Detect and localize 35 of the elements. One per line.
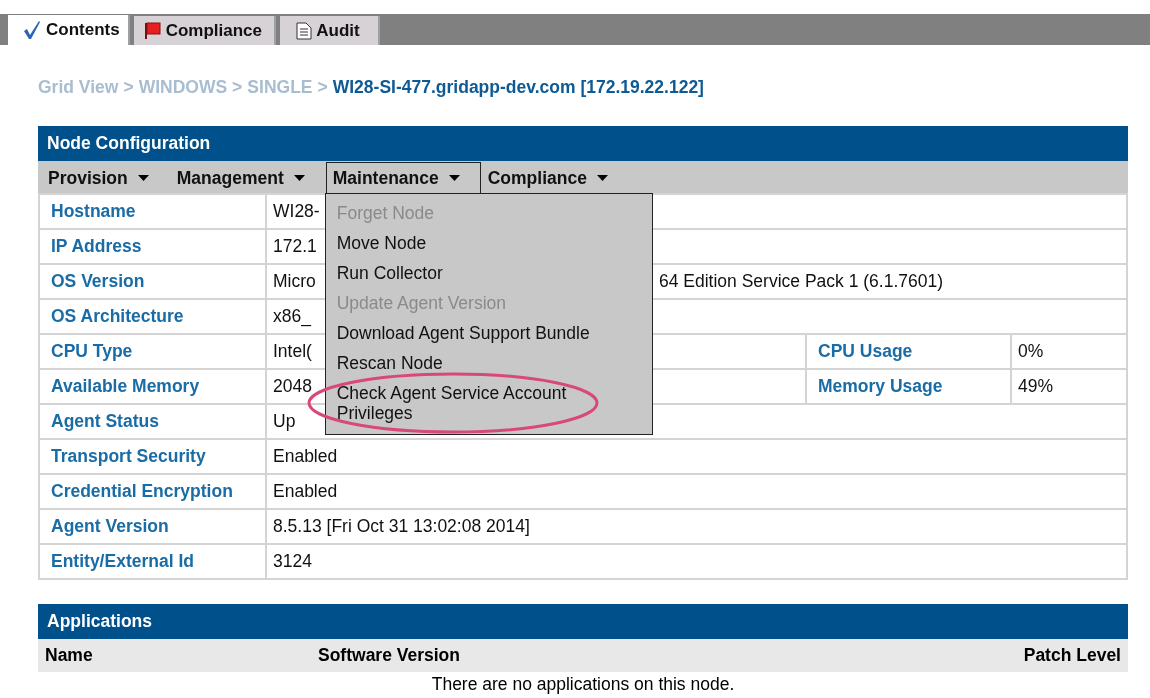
field-value: 49% [1011, 369, 1127, 404]
field-label: Transport Security [39, 439, 266, 474]
breadcrumb-current: WI28-SI-477.gridapp-dev.com [172.19.22.122] [332, 77, 704, 98]
column-header: Patch Level [1023, 645, 1121, 666]
field-value: 8.5.13 [Fri Oct 31 13:02:08 2014] [273, 516, 530, 536]
field-label: Agent Status [39, 404, 266, 439]
empty-message: There are no applications on this node. [431, 674, 735, 694]
column-header: Name [45, 645, 94, 666]
field-value: Up [273, 411, 296, 431]
field-value: WI28- [273, 201, 320, 221]
field-value: 64 Edition Service Pack 1 (6.1.7601) [659, 271, 944, 292]
field-label: IP Address [39, 229, 266, 264]
field-label: CPU Usage [806, 334, 1011, 369]
panel-header: Node Configuration [38, 126, 1128, 161]
field-label: Entity/External Id [39, 544, 266, 579]
field-label: Memory Usage [806, 369, 1011, 404]
field-label: OS Version [39, 264, 266, 299]
breadcrumb-separator: > [232, 77, 243, 98]
field-value: Enabled [273, 481, 338, 501]
field-value: Enabled [273, 446, 338, 466]
breadcrumb-separator: > [123, 77, 134, 98]
field-value: Micro [273, 271, 316, 291]
field-value: 0% [1011, 334, 1127, 369]
field-label: Available Memory [39, 369, 266, 404]
field-label: Hostname [39, 194, 266, 229]
field-value: x86_ [273, 306, 311, 326]
column-header: Software Version [318, 645, 461, 666]
field-value: 172.1 [273, 236, 317, 256]
field-value: 3124 [273, 551, 312, 571]
panel-header: Applications [38, 604, 1128, 639]
field-label: CPU Type [39, 334, 266, 369]
field-label: Credential Encryption [39, 474, 266, 509]
field-label: Agent Version [39, 509, 266, 544]
breadcrumb-separator: > [317, 77, 328, 98]
field-label: OS Architecture [39, 299, 266, 334]
